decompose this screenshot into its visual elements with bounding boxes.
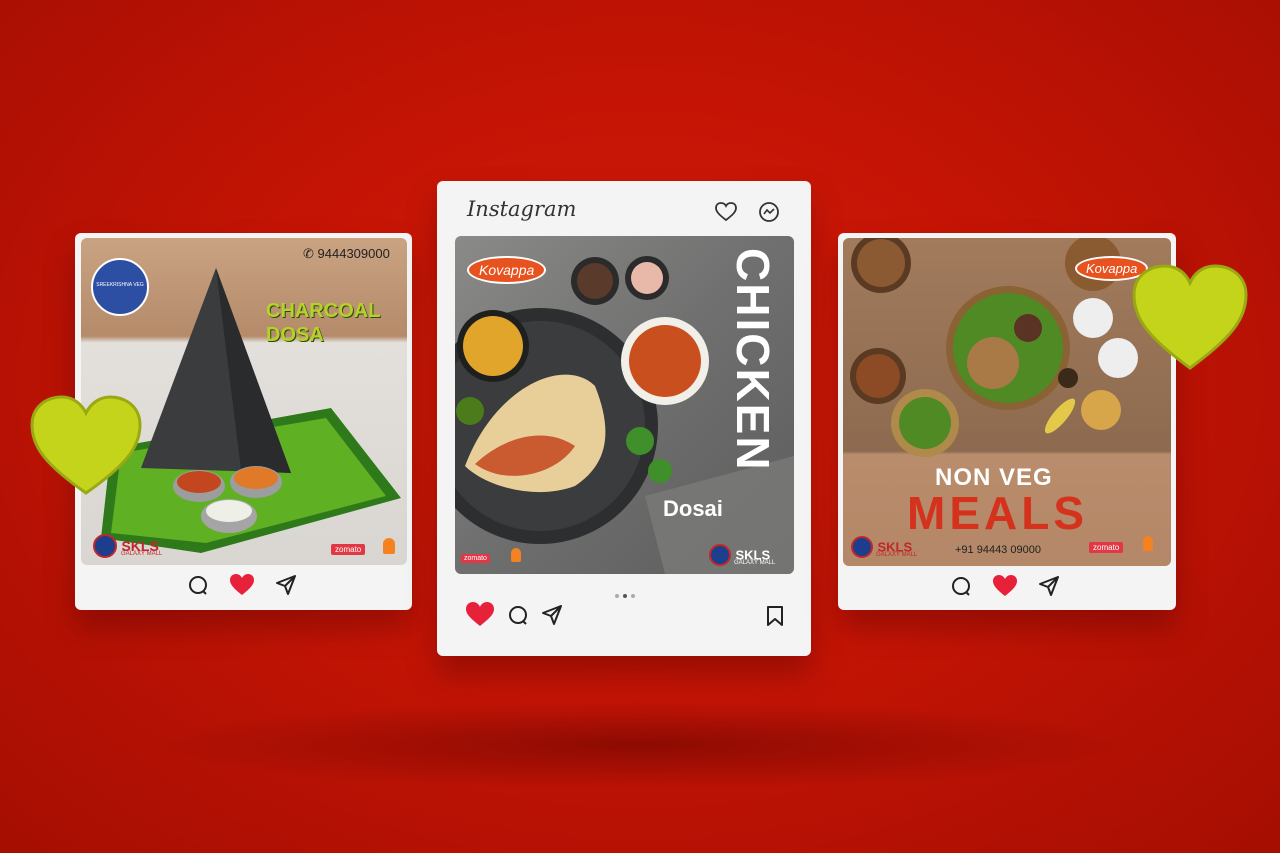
zomato-badge: zomato [461, 554, 490, 563]
restaurant-logo: Kovappa [467, 256, 547, 284]
brand-logo: SREEKRISHNA VEG [91, 258, 149, 316]
swiggy-icon [383, 538, 395, 554]
messenger-icon[interactable] [758, 201, 780, 223]
post-actions [187, 573, 297, 597]
zomato-badge: zomato [331, 544, 366, 555]
post-actions [950, 574, 1060, 598]
decorative-heart-right [1132, 264, 1248, 370]
comment-icon[interactable] [187, 574, 209, 596]
like-heart-icon[interactable] [465, 601, 495, 628]
sponsor-logo: SKLS GALAXY MALL [851, 536, 917, 558]
headline-vertical: CHICKEN [727, 248, 779, 472]
phone-icon: ✆ [303, 246, 314, 261]
sponsor-logo: SKLS GALAXY MALL [709, 544, 775, 566]
sponsor-emblem-icon [851, 536, 873, 558]
share-icon[interactable] [275, 574, 297, 596]
swiggy-icon [1143, 536, 1153, 551]
share-icon[interactable] [541, 604, 563, 626]
floor-shadow [140, 700, 1140, 790]
phone-number: ✆ 9444309000 [303, 246, 390, 261]
headline-line1: CHARCOAL [266, 300, 381, 322]
post-card-chicken-dosai: Instagram Kovappa CHICKEN Dosai zomato S… [437, 181, 811, 656]
app-title: Instagram [467, 197, 577, 221]
carousel-dots [615, 594, 635, 598]
zomato-badge: zomato [1089, 542, 1124, 553]
post-image-chicken-dosai[interactable]: Kovappa CHICKEN Dosai zomato SKLS GALAXY… [455, 236, 794, 574]
headline-line2: DOSA [266, 324, 324, 346]
swiggy-icon [511, 548, 521, 562]
phone-number: +91 94443 09000 [955, 544, 1041, 556]
comment-icon[interactable] [950, 575, 972, 597]
sponsor-emblem-icon [709, 544, 731, 566]
headline-small: Dosai [663, 496, 723, 521]
decorative-heart-left [30, 395, 142, 495]
brand-logo-text: SREEKRISHNA VEG [96, 282, 144, 288]
like-heart-icon[interactable] [229, 573, 255, 597]
sponsor-emblem-icon [93, 534, 117, 558]
sponsor-logo: SKLS GALAXY MALL [93, 534, 162, 558]
post-image-non-veg-meals[interactable]: Kovappa NON VEG MEALS SKLS GALAXY MALL +… [843, 238, 1171, 566]
carousel-dot[interactable] [623, 594, 627, 598]
share-icon[interactable] [1038, 575, 1060, 597]
post-actions [465, 601, 563, 628]
carousel-dot[interactable] [631, 594, 635, 598]
comment-icon[interactable] [507, 604, 529, 626]
like-heart-icon[interactable] [992, 574, 1018, 598]
carousel-dot[interactable] [615, 594, 619, 598]
header-heart-icon[interactable] [715, 202, 737, 222]
post-card-non-veg-meals: Kovappa NON VEG MEALS SKLS GALAXY MALL +… [838, 233, 1176, 610]
bookmark-icon[interactable] [766, 606, 784, 626]
headline-line2: MEALS [907, 487, 1088, 539]
